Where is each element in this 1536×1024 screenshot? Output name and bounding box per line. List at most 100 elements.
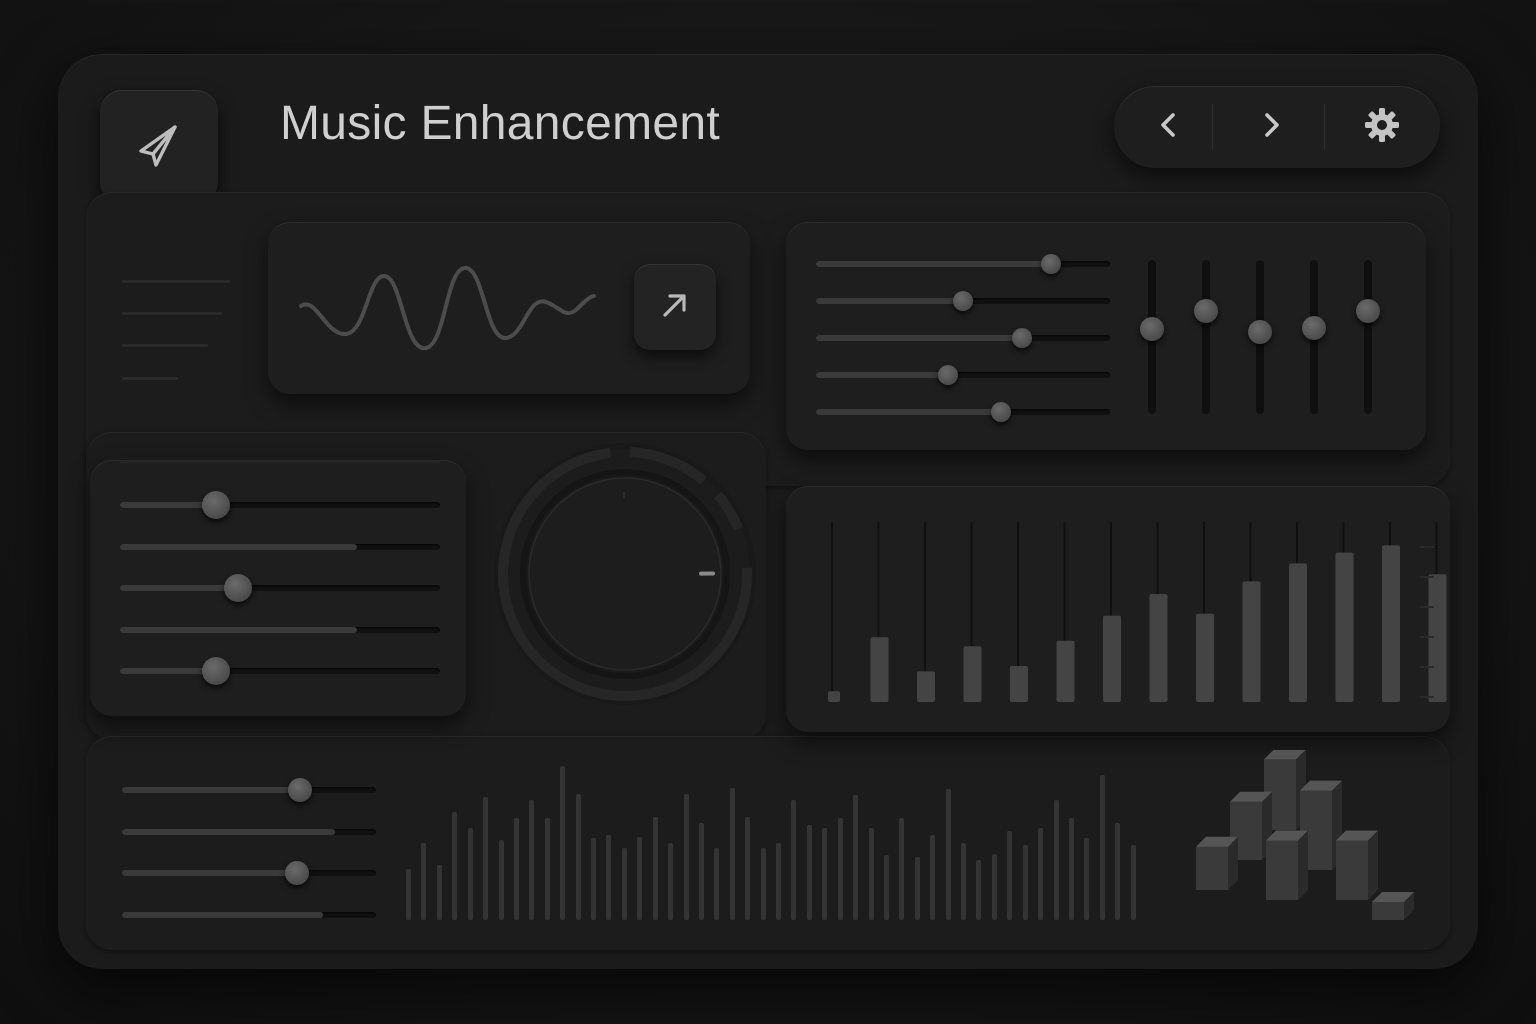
eq-slider-track[interactable] — [816, 261, 1110, 267]
spectrum-bar — [883, 855, 889, 920]
spectrum-bar — [529, 799, 535, 920]
chart-tick — [1420, 696, 1434, 698]
eq-slider-track[interactable] — [816, 335, 1110, 341]
fader-track[interactable] — [1202, 260, 1210, 414]
gear-icon — [1362, 105, 1402, 150]
chart-bar — [828, 691, 840, 702]
spectrum-bar — [1099, 775, 1105, 920]
spectrum-bar — [436, 864, 442, 920]
arrow-up-right-icon — [657, 287, 693, 328]
slider-thumb[interactable] — [202, 657, 230, 685]
chart-bar — [1242, 581, 1261, 702]
spectrum-bar — [822, 827, 828, 920]
spectrum-bar — [1084, 838, 1090, 920]
slider-track[interactable] — [120, 626, 440, 633]
card-header-line — [120, 460, 440, 463]
spectrum-bar — [698, 822, 704, 920]
spectrum-bar — [976, 859, 982, 920]
slider-track[interactable] — [122, 870, 376, 876]
chart-bar — [1428, 574, 1447, 702]
spectrum-bar — [683, 793, 689, 920]
settings-button[interactable] — [1334, 86, 1430, 168]
slider-track[interactable] — [122, 828, 376, 835]
spectrum-bar — [945, 789, 951, 920]
slider-fill — [122, 828, 336, 835]
spectrum-bar — [513, 818, 519, 920]
list-item — [122, 312, 222, 315]
spectrum-bar — [961, 843, 966, 920]
fader-thumb[interactable] — [1248, 320, 1272, 345]
chart-bar — [1196, 613, 1214, 702]
forward-button[interactable] — [1224, 86, 1318, 168]
histogram-block — [1336, 830, 1378, 900]
slider-thumb[interactable] — [202, 491, 230, 519]
fader-thumb[interactable] — [1194, 298, 1218, 323]
equalizer-card — [786, 222, 1426, 450]
fader-track[interactable] — [1364, 260, 1372, 414]
toolbar-divider — [1324, 104, 1325, 150]
eq-slider-fill — [816, 298, 963, 304]
spectrum-bar — [1115, 822, 1121, 920]
spectrum-bar — [421, 843, 427, 920]
eq-slider-thumb[interactable] — [991, 402, 1012, 422]
eq-slider-thumb[interactable] — [938, 365, 959, 385]
spectrum-bar — [637, 836, 643, 920]
waveform-card[interactable] — [268, 222, 750, 394]
spectrum-bar — [1038, 827, 1044, 920]
slider-thumb[interactable] — [285, 861, 310, 885]
slider-fill — [120, 626, 357, 633]
slider-fill — [122, 787, 300, 793]
slider-thumb[interactable] — [224, 574, 253, 602]
slider-track[interactable] — [122, 787, 376, 793]
back-button[interactable] — [1124, 86, 1214, 168]
chart-bar — [1103, 615, 1121, 702]
eq-slider-track[interactable] — [816, 372, 1110, 378]
slider-thumb[interactable] — [287, 778, 312, 802]
chart-tick — [1420, 636, 1434, 638]
spectrum-bar — [621, 847, 627, 920]
eq-slider-thumb[interactable] — [1011, 328, 1032, 348]
eq-slider-fill — [816, 261, 1052, 267]
chart-bar — [1289, 563, 1307, 702]
spectrum-bar — [1053, 799, 1059, 920]
eq-slider-thumb[interactable] — [1041, 254, 1062, 274]
slider-fill — [122, 870, 298, 876]
spectrum-bar-chart — [786, 486, 1450, 732]
spectrum-bar — [560, 766, 566, 920]
fader-thumb[interactable] — [1302, 315, 1326, 340]
slider-track[interactable] — [120, 502, 440, 508]
chart-gridline — [831, 522, 833, 702]
list-item — [122, 377, 178, 380]
spectrum-bar — [991, 853, 997, 920]
dial-knob — [490, 443, 760, 714]
logo-button[interactable] — [100, 90, 218, 204]
slider-track[interactable] — [120, 585, 440, 591]
chart-tick — [1420, 546, 1434, 548]
chart-bar — [1010, 666, 1028, 702]
spectrum-bar — [498, 839, 504, 920]
expand-button[interactable] — [634, 264, 716, 350]
fader-thumb[interactable] — [1356, 298, 1380, 323]
list-item — [122, 280, 230, 283]
spectrum-bar — [591, 838, 596, 920]
slider-track[interactable] — [120, 668, 440, 674]
spectrum-bar — [791, 799, 797, 920]
spectrum-bar — [853, 795, 859, 920]
slider-track[interactable] — [122, 911, 376, 918]
list-item — [122, 344, 208, 347]
chart-tick — [1420, 666, 1434, 668]
master-dial[interactable] — [490, 440, 760, 710]
eq-slider-track[interactable] — [816, 409, 1110, 415]
spectrum-bar — [406, 869, 411, 920]
page-title: Music Enhancement — [280, 97, 720, 150]
chart-bar — [1382, 545, 1400, 702]
eq-slider-thumb[interactable] — [953, 291, 973, 311]
3d-histogram — [1160, 749, 1430, 930]
chart-bar — [1056, 640, 1075, 702]
fader-thumb[interactable] — [1140, 317, 1164, 342]
chart-bar — [963, 646, 982, 702]
waveform-icon — [296, 256, 596, 361]
eq-slider-fill — [816, 335, 1022, 341]
slider-track[interactable] — [120, 543, 440, 550]
spectrum-bar — [914, 856, 920, 920]
